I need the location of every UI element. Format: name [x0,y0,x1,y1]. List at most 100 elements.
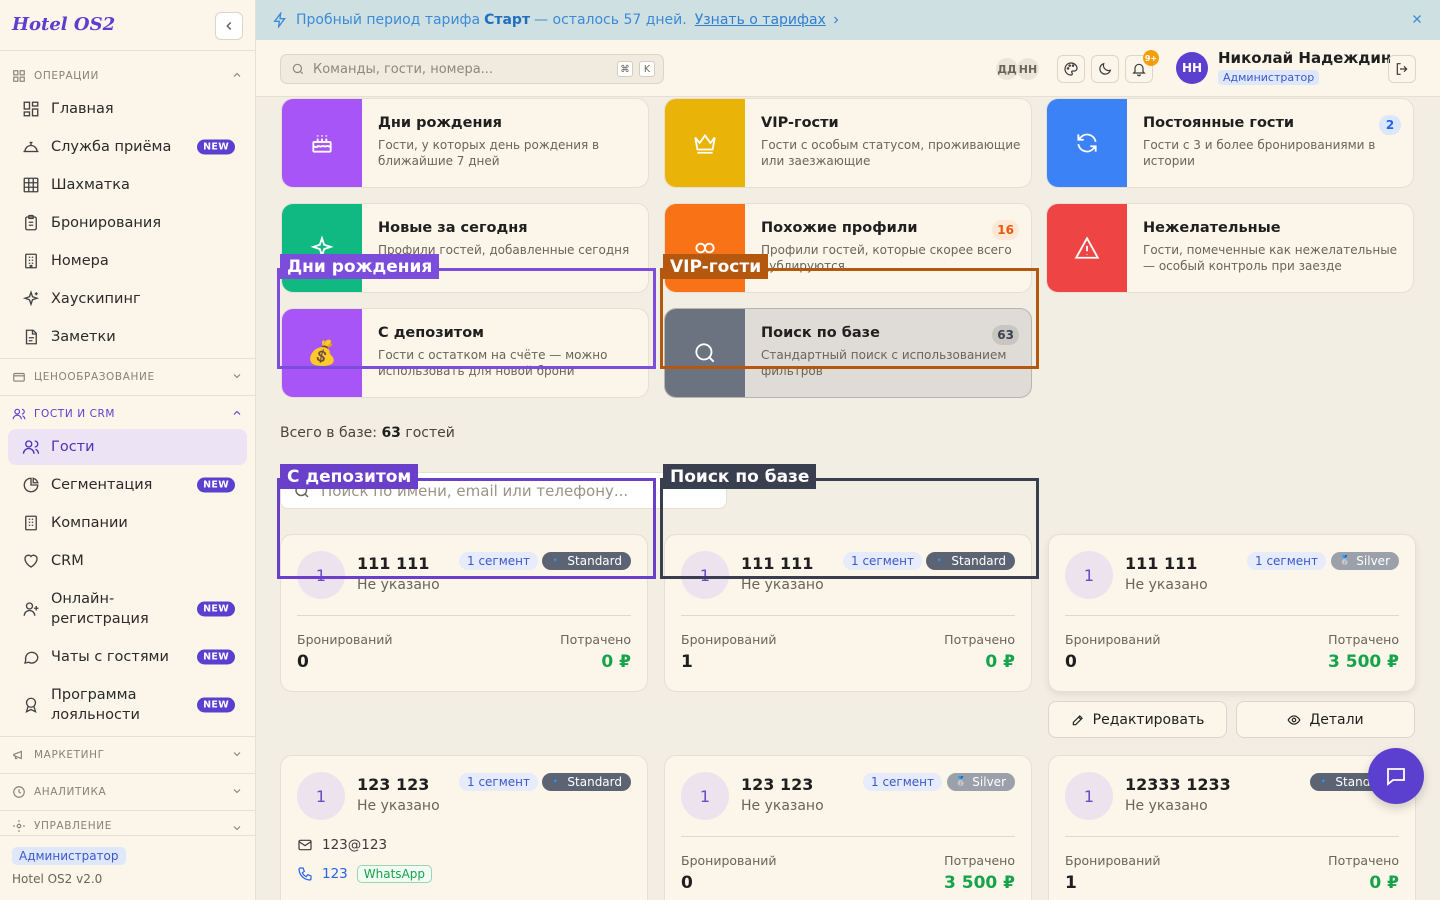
guest-subtitle: Не указано [357,577,440,593]
guest-subtitle: Не указано [1125,798,1208,814]
spent-amount: 0 ₽ [985,652,1015,672]
segment-count-badge: 1 сегмент [459,773,539,791]
chevron-right-icon [833,16,839,24]
tier-dot-icon: 🔹 [1318,777,1330,787]
segment-card-vip[interactable]: VIP-гости Гости с особым статусом, прожи… [664,98,1032,188]
clipboard-icon [25,214,37,231]
sidebar-item-notes[interactable]: Заметки [8,319,247,355]
chevron-down-icon [233,789,241,794]
tier-badge: 🥈 Silver [1331,552,1399,570]
heart-icon [24,554,38,568]
segment-icon-strip [1047,99,1127,187]
guest-name: 123 123 [357,775,430,794]
sidebar-item-front-desk[interactable]: Служба приёма NEW [8,129,247,165]
spent-amount: 0 ₽ [1369,873,1399,893]
guest-subtitle: Не указано [1125,577,1208,593]
sidebar-item-online-checkin[interactable]: Онлайн-регистрация NEW [8,585,247,633]
section-marketing[interactable]: МАРКЕТИНГ [12,745,243,765]
whatsapp-badge[interactable]: WhatsApp [356,865,433,883]
bell-desk-icon [23,141,39,153]
clock-icon [13,786,25,798]
guest-card[interactable]: 1 111 111 Не указано 1 сегмент 🥈 Silver Б… [1048,534,1416,692]
building-icon [25,253,37,269]
chevron-down-icon [233,826,241,831]
segment-count-badge: 1 сегмент [863,773,943,791]
online-user-avatar[interactable]: ДД [996,58,1018,80]
user-avatar[interactable]: НН [1176,52,1208,84]
pricing-link[interactable]: Узнать о тарифах [695,12,826,28]
spent-amount: 3 500 ₽ [1328,652,1399,672]
building-icon [25,515,37,531]
avatar: 1 [681,772,729,820]
section-pricing[interactable]: ЦЕНООБРАЗОВАНИЕ [12,367,243,387]
sidebar-item-segmentation[interactable]: Сегментация NEW [8,467,247,503]
sidebar-item-loyalty[interactable]: Программа лояльности NEW [8,681,247,729]
section-analytics[interactable]: АНАЛИТИКА [12,782,243,802]
sparkles-icon [22,290,40,307]
tier-badge: 🔹 Standard [542,773,631,791]
command-search-input[interactable]: Команды, гости, номера... ⌘ K [280,54,664,84]
megaphone-icon [13,750,22,760]
guest-card[interactable]: 1 12333 1233 Не указано 🔹 Standard Бронир… [1048,755,1416,900]
details-button[interactable]: Детали [1236,701,1415,738]
section-guests-crm[interactable]: ГОСТИ И CRM [12,404,243,424]
sidebar-item-housekeeping[interactable]: Хаускипинг [8,281,247,317]
section-management[interactable]: УПРАВЛЕНИЕ [12,819,243,833]
overlay-box-deposit [277,478,656,579]
eye-icon [1287,714,1301,725]
sidebar-item-home[interactable]: Главная [8,91,247,127]
sidebar-item-crm[interactable]: CRM [8,543,247,579]
wallet-icon [13,372,25,382]
user-role-badge: Администратор [1218,70,1320,85]
sidebar-item-rooms[interactable]: Номера [8,243,247,279]
top-header: Команды, гости, номера... ⌘ K ДД НН 9+ Н… [256,40,1440,97]
guest-phone[interactable]: 123 WhatsApp [297,865,433,883]
dark-mode-button[interactable] [1091,55,1119,83]
dashboard-icon [23,101,39,117]
sidebar-item-room-grid[interactable]: Шахматка [8,167,247,203]
new-badge: NEW [197,649,235,665]
sidebar-item-companies[interactable]: Компании [8,505,247,541]
close-icon[interactable] [1410,12,1424,26]
bookings-count: 1 [681,652,693,672]
tier-badge: 🥈 Silver [947,773,1015,791]
grid-icon [23,177,39,193]
spent-amount: 0 ₽ [601,652,631,672]
sidebar: Hotel OS2 ОПЕРАЦИИ Главная Служба приёма… [0,0,256,900]
segment-card-birthdays[interactable]: Дни рождения Гости, у которых день рожде… [281,98,649,188]
guest-card[interactable]: 1 123 123 Не указано 1 сегмент 🔹 Standard… [280,755,648,900]
lightning-icon [273,12,286,28]
edit-button[interactable]: Редактировать [1048,701,1227,738]
sidebar-item-guest-chats[interactable]: Чаты с гостями NEW [8,639,247,675]
user-plus-icon [23,602,39,616]
overlay-tag-vip: VIP-гости [663,254,769,279]
segment-icon-strip [665,99,745,187]
pie-chart-icon [23,477,39,493]
guest-email[interactable]: 123@123 [297,837,387,853]
overlay-box-vip [660,268,1039,369]
segment-card-undesirable[interactable]: Нежелательные Гости, помеченные как неже… [1046,203,1414,293]
logout-button[interactable] [1388,55,1416,83]
cake-icon [312,135,332,153]
dashboard-icon [13,70,25,82]
segment-count: 16 [992,220,1019,240]
moon-icon [1099,62,1112,75]
chevron-down-icon [233,752,241,757]
total-guests-count: Всего в базе: 63 гостей [280,425,455,441]
guest-card[interactable]: 1 123 123 Не указано 1 сегмент 🥈 Silver Б… [664,755,1032,900]
overlay-tag-deposit: С депозитом [280,464,419,489]
new-badge: NEW [197,697,235,713]
notifications-button[interactable]: 9+ [1125,50,1159,83]
guest-subtitle: Не указано [741,798,824,814]
section-operations[interactable]: ОПЕРАЦИИ [12,66,243,86]
notification-count: 9+ [1143,50,1159,66]
chat-icon [1387,768,1405,786]
sidebar-item-guests[interactable]: Гости [8,429,247,465]
sidebar-item-bookings[interactable]: Бронирования [8,205,247,241]
chat-fab-button[interactable] [1368,748,1424,804]
online-user-avatar[interactable]: НН [1017,58,1039,80]
collapse-sidebar-button[interactable] [215,12,243,40]
segment-card-regulars[interactable]: Постоянные гости Гости с 3 и более брони… [1046,98,1414,188]
medal-icon: 🥈 [955,777,967,787]
theme-palette-button[interactable] [1057,55,1085,83]
